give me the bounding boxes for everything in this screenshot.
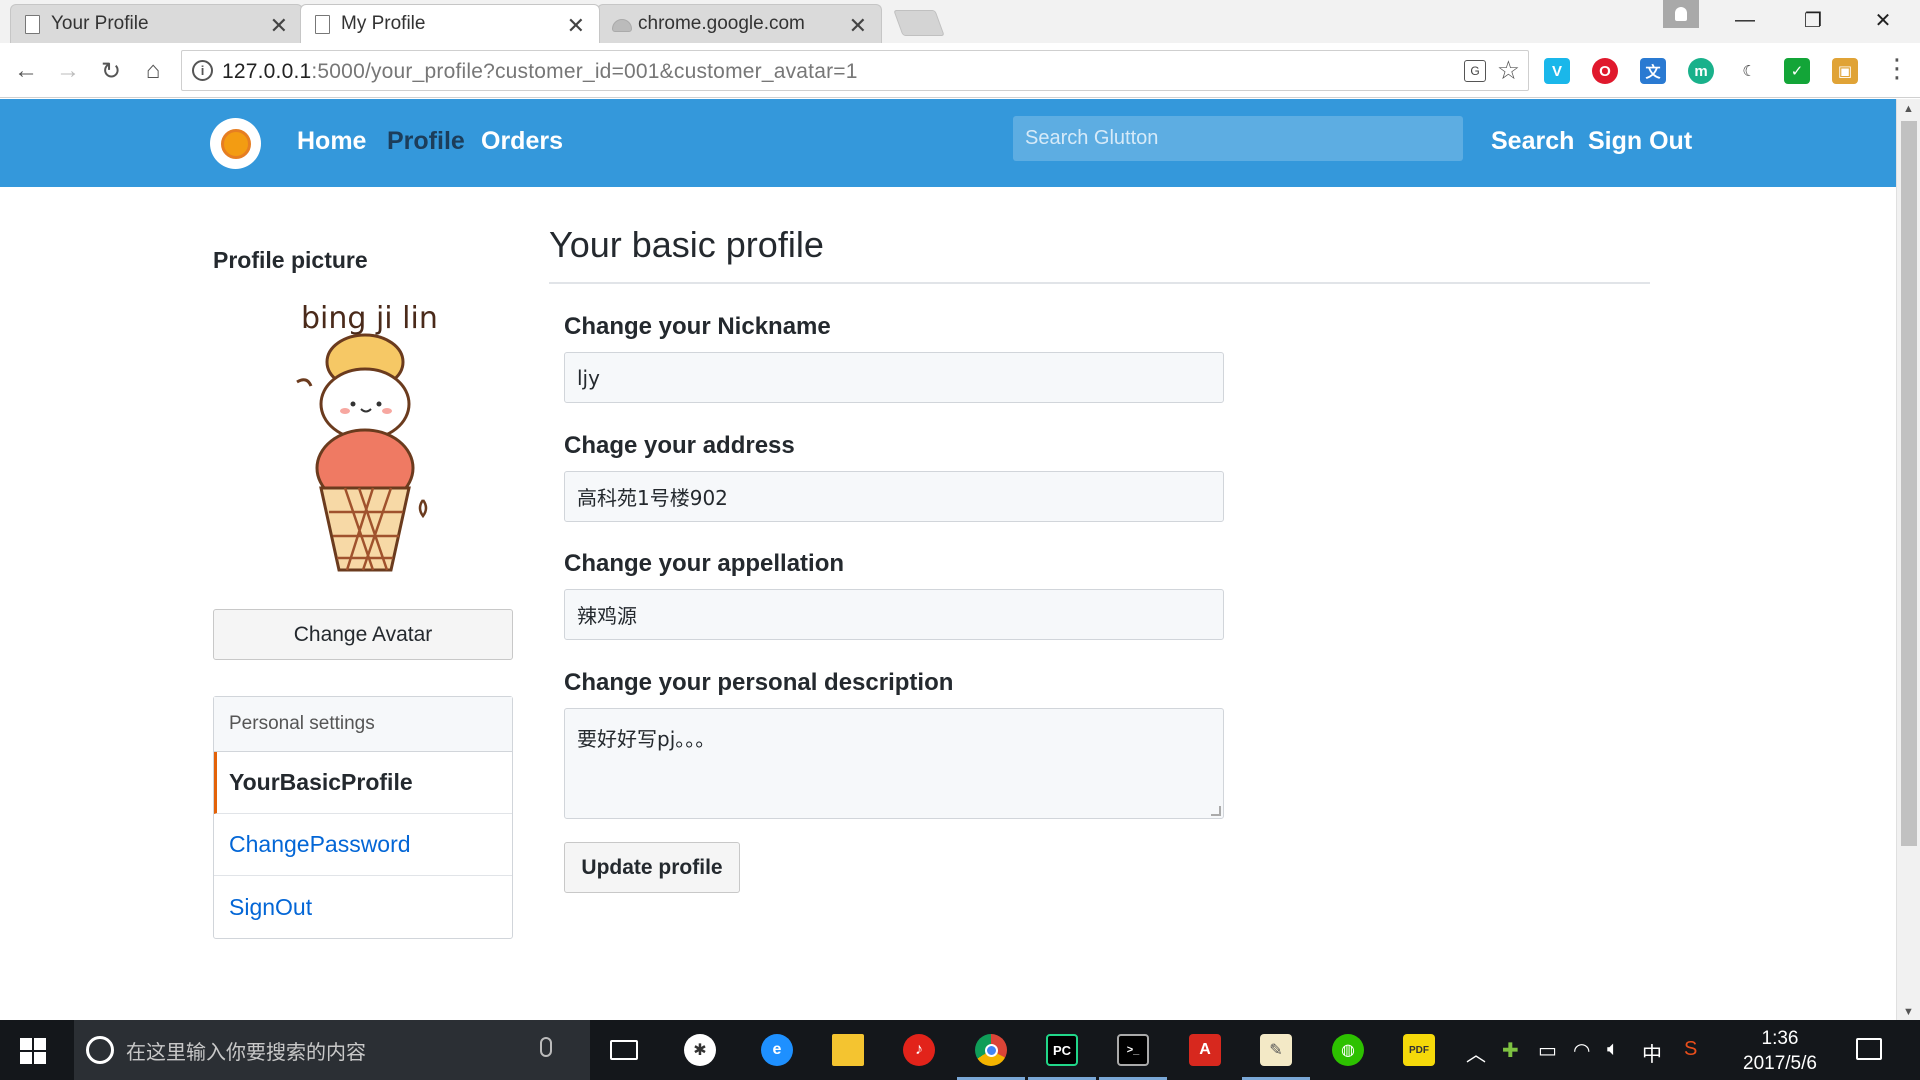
nickname-label: Change your Nickname [564, 313, 831, 340]
file-explorer-icon[interactable] [826, 1028, 870, 1072]
personal-settings-menu: Personal settings YourBasicProfile Chang… [213, 696, 513, 939]
scroll-up-icon[interactable]: ▲ [1903, 103, 1914, 115]
system-clock[interactable]: 1:36 2017/5/6 [1735, 1026, 1825, 1076]
description-text: 要好好写pj。。。 [577, 727, 716, 751]
search-input[interactable] [1013, 116, 1463, 161]
reload-icon[interactable]: ↻ [95, 55, 127, 87]
bag-extension-icon[interactable]: ▣ [1832, 58, 1858, 84]
tab-title: My Profile [341, 13, 426, 34]
opera-extension-icon[interactable]: O [1592, 58, 1618, 84]
pdf-reader-icon[interactable]: PDF [1397, 1028, 1441, 1072]
taskbar-search-placeholder: 在这里输入你要搜索的内容 [126, 1039, 366, 1064]
scrollbar-thumb[interactable] [1901, 121, 1917, 846]
acrobat-icon[interactable]: A [1183, 1028, 1227, 1072]
cloud-icon [612, 19, 632, 32]
mercury-extension-icon[interactable]: m [1688, 58, 1714, 84]
terminal-icon[interactable]: >_ [1099, 1028, 1167, 1080]
page-title: Your basic profile [549, 224, 824, 265]
tray-plus-icon[interactable]: ✚ [1502, 1038, 1519, 1063]
page-icon [25, 15, 40, 34]
browser-toolbar: ← → ↻ ⌂ i 127.0.0.1:5000/your_profile?cu… [0, 43, 1920, 98]
description-label: Change your personal description [564, 669, 954, 696]
wechat-icon[interactable]: ◍ [1326, 1028, 1370, 1072]
nav-home[interactable]: Home [297, 127, 366, 156]
glutton-logo[interactable] [210, 118, 261, 169]
clock-time: 1:36 [1761, 1028, 1799, 1049]
vimeo-extension-icon[interactable]: V [1544, 58, 1570, 84]
profile-picture-title: Profile picture [213, 247, 368, 273]
personal-settings-header: Personal settings [214, 697, 512, 752]
address-label: Chage your address [564, 432, 795, 459]
url-text[interactable]: 127.0.0.1:5000/your_profile?customer_id=… [222, 60, 858, 84]
page-scrollbar[interactable]: ▲ ▼ [1896, 99, 1920, 1020]
nav-profile[interactable]: Profile [387, 127, 465, 156]
microphone-icon[interactable] [540, 1037, 552, 1057]
pinwheel-app-icon[interactable]: ✱ [678, 1028, 722, 1072]
menu-item-sign-out[interactable]: SignOut [214, 876, 512, 938]
resize-handle-icon[interactable] [1211, 806, 1221, 816]
window-close-icon[interactable]: ✕ [1848, 0, 1918, 40]
new-tab-button[interactable] [893, 10, 945, 36]
chrome-icon[interactable] [957, 1028, 1025, 1080]
tab-your-profile[interactable]: Your Profile ✕ [10, 4, 303, 43]
battery-icon[interactable]: ▭ [1538, 1038, 1557, 1063]
tab-my-profile[interactable]: My Profile ✕ [300, 4, 600, 43]
appellation-field[interactable]: 辣鸡源 [564, 589, 1224, 640]
pycharm-icon[interactable]: PC [1028, 1028, 1096, 1080]
wifi-icon[interactable]: ◠ [1573, 1038, 1590, 1063]
ime-indicator[interactable]: 中 [1642, 1038, 1662, 1067]
address-bar[interactable]: i 127.0.0.1:5000/your_profile?customer_i… [181, 50, 1529, 91]
netease-music-icon[interactable]: ♪ [897, 1028, 941, 1072]
menu-item-change-password[interactable]: ChangePassword [214, 814, 512, 876]
windows-start-icon[interactable] [20, 1038, 46, 1064]
windows-taskbar: 在这里输入你要搜索的内容 ✱ e ♪ PC >_ A ✎ ◍ PDF ︿ ✚ ▭… [0, 1020, 1920, 1080]
close-icon[interactable]: ✕ [849, 13, 867, 39]
clock-date: 2017/5/6 [1743, 1053, 1817, 1074]
info-icon[interactable]: i [192, 60, 213, 81]
nickname-field[interactable]: ljy [564, 352, 1224, 403]
avatar-image: bing ji lin [296, 301, 438, 572]
sign-out-link[interactable]: Sign Out [1588, 127, 1692, 156]
volume-muted-icon[interactable]: 🔈︎ [1607, 1038, 1619, 1061]
page-icon [315, 15, 330, 34]
tab-title: Your Profile [51, 13, 149, 34]
scroll-down-icon[interactable]: ▼ [1903, 1006, 1914, 1018]
avatar-caption: bing ji lin [301, 301, 438, 336]
cortana-icon [86, 1036, 114, 1064]
tray-expand-icon[interactable]: ︿ [1466, 1038, 1486, 1067]
close-icon[interactable]: ✕ [567, 13, 585, 39]
browser-tab-strip: Your Profile ✕ My Profile ✕ chrome.googl… [0, 0, 1920, 43]
chrome-menu-icon[interactable]: ⋮ [1884, 53, 1910, 84]
site-navbar: Home Profile Orders Search Sign Out [0, 99, 1896, 187]
home-icon[interactable]: ⌂ [137, 55, 169, 87]
bookmark-star-icon[interactable]: ☆ [1497, 55, 1520, 86]
divider [549, 282, 1650, 284]
appellation-label: Change your appellation [564, 550, 845, 577]
translate-extension-icon[interactable]: 文 [1640, 58, 1666, 84]
user-profile-icon[interactable] [1663, 0, 1699, 28]
cortana-search-box[interactable]: 在这里输入你要搜索的内容 [74, 1020, 590, 1080]
address-field[interactable]: 高科苑1号楼902 [564, 471, 1224, 522]
description-textarea[interactable]: 要好好写pj。。。 [564, 708, 1224, 819]
search-button[interactable]: Search [1491, 127, 1574, 156]
update-profile-button[interactable]: Update profile [564, 842, 740, 893]
tab-title: chrome.google.com [638, 13, 805, 34]
task-view-icon[interactable] [602, 1028, 646, 1072]
sogou-icon[interactable]: S [1684, 1038, 1697, 1061]
notepad-icon[interactable]: ✎ [1242, 1028, 1310, 1080]
forward-arrow-icon[interactable]: → [52, 55, 84, 87]
change-avatar-button[interactable]: Change Avatar [213, 609, 513, 660]
menu-item-your-basic-profile[interactable]: YourBasicProfile [214, 752, 512, 814]
edge-icon[interactable]: e [755, 1028, 799, 1072]
back-arrow-icon[interactable]: ← [10, 55, 42, 87]
notification-center-icon[interactable] [1856, 1038, 1882, 1060]
shield-extension-icon[interactable]: ✓ [1784, 58, 1810, 84]
minimize-icon[interactable]: ― [1710, 0, 1780, 40]
moon-extension-icon[interactable]: ☾ [1736, 58, 1762, 84]
nav-orders[interactable]: Orders [481, 127, 563, 156]
translate-icon[interactable]: G [1464, 60, 1486, 82]
restore-icon[interactable]: ❐ [1778, 0, 1848, 40]
close-icon[interactable]: ✕ [270, 13, 288, 39]
tab-chrome-google[interactable]: chrome.google.com ✕ [597, 4, 882, 43]
